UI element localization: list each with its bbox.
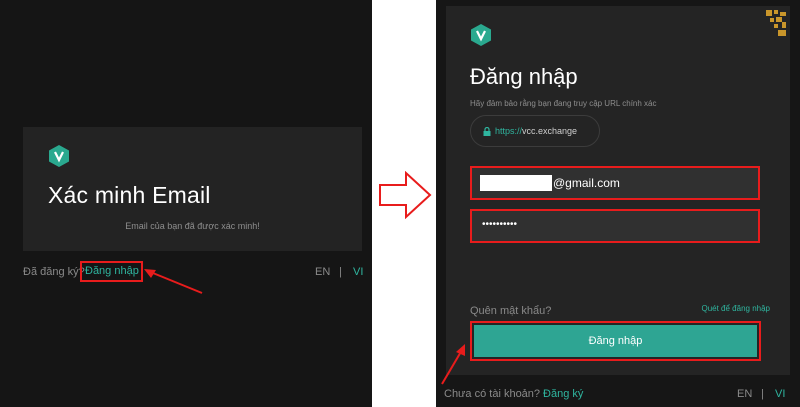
lang-en[interactable]: EN: [737, 388, 752, 400]
lang-vi[interactable]: VI: [353, 266, 363, 278]
password-value: ••••••••••: [482, 219, 518, 230]
already-registered-text: Đã đăng ký?: [23, 266, 85, 278]
submit-highlight: Đăng nhập: [470, 321, 761, 361]
email-redaction: [480, 175, 552, 191]
signup-link[interactable]: Đăng ký: [543, 388, 583, 400]
lang-separator: |: [339, 266, 342, 278]
annotation-arrow-icon: [441, 344, 465, 385]
password-field[interactable]: ••••••••••: [470, 209, 760, 243]
login-link[interactable]: Đăng nhập: [80, 261, 143, 282]
url-host: vcc.exchange: [522, 126, 578, 136]
vcc-logo-icon: [49, 145, 69, 167]
email-value: @gmail.com: [553, 176, 620, 190]
lang-separator: |: [761, 388, 764, 400]
lang-en[interactable]: EN: [315, 266, 330, 278]
no-account-row: Chưa có tài khoản? Đăng ký: [444, 388, 583, 400]
annotation-arrow-icon: [144, 269, 203, 294]
url-text: https://vcc.exchange: [495, 126, 577, 136]
login-card: Đăng nhập Hãy đảm bảo rằng bạn đang truy…: [446, 6, 790, 375]
url-badge: https://vcc.exchange: [470, 115, 600, 147]
login-subtitle: Hãy đảm bảo rằng bạn đang truy cập URL c…: [470, 99, 657, 108]
email-field[interactable]: @gmail.com: [470, 166, 760, 200]
lock-icon: [483, 126, 491, 136]
qr-code-icon[interactable]: [762, 8, 788, 38]
email-verified-screen: Xác minh Email Email của bạn đã được xác…: [0, 0, 372, 407]
verify-card: Xác minh Email Email của bạn đã được xác…: [23, 127, 362, 251]
no-account-text: Chưa có tài khoản?: [444, 388, 541, 400]
qr-login-link[interactable]: Quét để đăng nhập: [701, 304, 770, 313]
arrow-right-icon: [379, 171, 432, 219]
url-scheme: https://: [495, 126, 523, 136]
login-title: Đăng nhập: [470, 64, 578, 89]
vcc-logo-icon: [471, 24, 491, 46]
verify-title: Xác minh Email: [48, 182, 211, 208]
login-screen: Đăng nhập Hãy đảm bảo rằng bạn đang truy…: [436, 0, 800, 407]
login-button[interactable]: Đăng nhập: [474, 325, 757, 357]
verify-message: Email của bạn đã được xác minh!: [125, 221, 260, 231]
forgot-password-link[interactable]: Quên mật khẩu?: [470, 305, 551, 317]
lang-vi[interactable]: VI: [775, 388, 785, 400]
